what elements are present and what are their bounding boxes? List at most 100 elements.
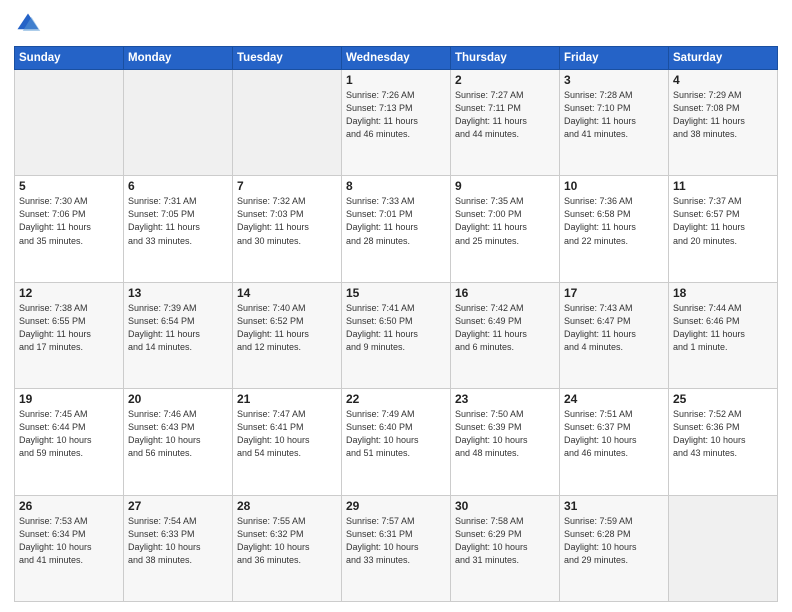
day-cell: 11 Sunrise: 7:37 AM Sunset: 6:57 PM Dayli… (669, 176, 778, 282)
week-row-1: 1 Sunrise: 7:26 AM Sunset: 7:13 PM Daylig… (15, 70, 778, 176)
day-cell: 27 Sunrise: 7:54 AM Sunset: 6:33 PM Dayli… (124, 495, 233, 601)
day-cell: 19Sunrise: 7:45 AM Sunset: 6:44 PM Dayli… (15, 389, 124, 495)
day-cell: 23 Sunrise: 7:50 AM Sunset: 6:39 PM Dayli… (451, 389, 560, 495)
day-info: Sunrise: 7:33 AM Sunset: 7:01 PM Dayligh… (346, 195, 446, 247)
day-info: Sunrise: 7:47 AM Sunset: 6:41 PM Dayligh… (237, 408, 337, 460)
day-cell: 16 Sunrise: 7:42 AM Sunset: 6:49 PM Dayli… (451, 282, 560, 388)
week-row-2: 5 Sunrise: 7:30 AM Sunset: 7:06 PM Daylig… (15, 176, 778, 282)
day-cell: 14 Sunrise: 7:40 AM Sunset: 6:52 PM Dayli… (233, 282, 342, 388)
weekday-header-saturday: Saturday (669, 47, 778, 70)
day-number: 30 (455, 499, 555, 513)
day-number: 5 (19, 179, 119, 193)
day-info: Sunrise: 7:43 AM Sunset: 6:47 PM Dayligh… (564, 302, 664, 354)
day-info: Sunrise: 7:44 AM Sunset: 6:46 PM Dayligh… (673, 302, 773, 354)
day-number: 20 (128, 392, 228, 406)
day-info: Sunrise: 7:38 AM Sunset: 6:55 PM Dayligh… (19, 302, 119, 354)
weekday-header-tuesday: Tuesday (233, 47, 342, 70)
day-info: Sunrise: 7:52 AM Sunset: 6:36 PM Dayligh… (673, 408, 773, 460)
day-info: Sunrise: 7:30 AM Sunset: 7:06 PM Dayligh… (19, 195, 119, 247)
day-cell: 10Sunrise: 7:36 AM Sunset: 6:58 PM Dayli… (560, 176, 669, 282)
day-number: 29 (346, 499, 446, 513)
day-info: Sunrise: 7:57 AM Sunset: 6:31 PM Dayligh… (346, 515, 446, 567)
day-number: 7 (237, 179, 337, 193)
day-cell: 2 Sunrise: 7:27 AM Sunset: 7:11 PM Daylig… (451, 70, 560, 176)
day-info: Sunrise: 7:59 AM Sunset: 6:28 PM Dayligh… (564, 515, 664, 567)
day-number: 6 (128, 179, 228, 193)
day-info: Sunrise: 7:49 AM Sunset: 6:40 PM Dayligh… (346, 408, 446, 460)
day-info: Sunrise: 7:54 AM Sunset: 6:33 PM Dayligh… (128, 515, 228, 567)
day-info: Sunrise: 7:27 AM Sunset: 7:11 PM Dayligh… (455, 89, 555, 141)
logo-icon (14, 10, 42, 38)
day-info: Sunrise: 7:37 AM Sunset: 6:57 PM Dayligh… (673, 195, 773, 247)
day-number: 14 (237, 286, 337, 300)
day-cell: 6 Sunrise: 7:31 AM Sunset: 7:05 PM Daylig… (124, 176, 233, 282)
day-info: Sunrise: 7:45 AM Sunset: 6:44 PM Dayligh… (19, 408, 119, 460)
header (14, 10, 778, 38)
weekday-header-friday: Friday (560, 47, 669, 70)
day-info: Sunrise: 7:42 AM Sunset: 6:49 PM Dayligh… (455, 302, 555, 354)
day-number: 4 (673, 73, 773, 87)
day-info: Sunrise: 7:50 AM Sunset: 6:39 PM Dayligh… (455, 408, 555, 460)
day-info: Sunrise: 7:53 AM Sunset: 6:34 PM Dayligh… (19, 515, 119, 567)
day-cell: 12 Sunrise: 7:38 AM Sunset: 6:55 PM Dayli… (15, 282, 124, 388)
day-number: 1 (346, 73, 446, 87)
day-info: Sunrise: 7:51 AM Sunset: 6:37 PM Dayligh… (564, 408, 664, 460)
page: SundayMondayTuesdayWednesdayThursdayFrid… (0, 0, 792, 612)
day-number: 11 (673, 179, 773, 193)
day-cell (669, 495, 778, 601)
day-cell: 7Sunrise: 7:32 AM Sunset: 7:03 PM Daylig… (233, 176, 342, 282)
day-number: 23 (455, 392, 555, 406)
day-cell: 24 Sunrise: 7:51 AM Sunset: 6:37 PM Dayli… (560, 389, 669, 495)
day-cell: 30 Sunrise: 7:58 AM Sunset: 6:29 PM Dayli… (451, 495, 560, 601)
weekday-header-monday: Monday (124, 47, 233, 70)
day-info: Sunrise: 7:58 AM Sunset: 6:29 PM Dayligh… (455, 515, 555, 567)
day-info: Sunrise: 7:40 AM Sunset: 6:52 PM Dayligh… (237, 302, 337, 354)
weekday-header-sunday: Sunday (15, 47, 124, 70)
day-cell: 26 Sunrise: 7:53 AM Sunset: 6:34 PM Dayli… (15, 495, 124, 601)
day-number: 27 (128, 499, 228, 513)
day-cell: 1 Sunrise: 7:26 AM Sunset: 7:13 PM Daylig… (342, 70, 451, 176)
day-info: Sunrise: 7:55 AM Sunset: 6:32 PM Dayligh… (237, 515, 337, 567)
day-number: 3 (564, 73, 664, 87)
day-cell: 29 Sunrise: 7:57 AM Sunset: 6:31 PM Dayli… (342, 495, 451, 601)
day-cell: 15Sunrise: 7:41 AM Sunset: 6:50 PM Dayli… (342, 282, 451, 388)
day-info: Sunrise: 7:39 AM Sunset: 6:54 PM Dayligh… (128, 302, 228, 354)
day-number: 31 (564, 499, 664, 513)
day-info: Sunrise: 7:26 AM Sunset: 7:13 PM Dayligh… (346, 89, 446, 141)
day-cell (233, 70, 342, 176)
day-cell: 13 Sunrise: 7:39 AM Sunset: 6:54 PM Dayli… (124, 282, 233, 388)
logo (14, 10, 46, 38)
weekday-header-thursday: Thursday (451, 47, 560, 70)
day-cell: 28 Sunrise: 7:55 AM Sunset: 6:32 PM Dayli… (233, 495, 342, 601)
day-cell: 8 Sunrise: 7:33 AM Sunset: 7:01 PM Daylig… (342, 176, 451, 282)
week-row-3: 12 Sunrise: 7:38 AM Sunset: 6:55 PM Dayli… (15, 282, 778, 388)
day-number: 8 (346, 179, 446, 193)
day-number: 2 (455, 73, 555, 87)
day-number: 26 (19, 499, 119, 513)
day-cell: 22 Sunrise: 7:49 AM Sunset: 6:40 PM Dayli… (342, 389, 451, 495)
day-number: 15 (346, 286, 446, 300)
day-cell: 20Sunrise: 7:46 AM Sunset: 6:43 PM Dayli… (124, 389, 233, 495)
week-row-4: 19Sunrise: 7:45 AM Sunset: 6:44 PM Dayli… (15, 389, 778, 495)
day-number: 28 (237, 499, 337, 513)
day-number: 24 (564, 392, 664, 406)
day-cell: 3 Sunrise: 7:28 AM Sunset: 7:10 PM Daylig… (560, 70, 669, 176)
day-number: 25 (673, 392, 773, 406)
day-number: 18 (673, 286, 773, 300)
day-cell: 9Sunrise: 7:35 AM Sunset: 7:00 PM Daylig… (451, 176, 560, 282)
day-number: 13 (128, 286, 228, 300)
day-info: Sunrise: 7:28 AM Sunset: 7:10 PM Dayligh… (564, 89, 664, 141)
day-cell: 17 Sunrise: 7:43 AM Sunset: 6:47 PM Dayli… (560, 282, 669, 388)
day-number: 16 (455, 286, 555, 300)
day-cell: 31 Sunrise: 7:59 AM Sunset: 6:28 PM Dayli… (560, 495, 669, 601)
day-number: 12 (19, 286, 119, 300)
weekday-header-wednesday: Wednesday (342, 47, 451, 70)
day-number: 17 (564, 286, 664, 300)
day-info: Sunrise: 7:31 AM Sunset: 7:05 PM Dayligh… (128, 195, 228, 247)
day-cell: 18 Sunrise: 7:44 AM Sunset: 6:46 PM Dayli… (669, 282, 778, 388)
day-cell: 5 Sunrise: 7:30 AM Sunset: 7:06 PM Daylig… (15, 176, 124, 282)
weekday-header-row: SundayMondayTuesdayWednesdayThursdayFrid… (15, 47, 778, 70)
day-number: 22 (346, 392, 446, 406)
day-cell: 4Sunrise: 7:29 AM Sunset: 7:08 PM Daylig… (669, 70, 778, 176)
calendar: SundayMondayTuesdayWednesdayThursdayFrid… (14, 46, 778, 602)
